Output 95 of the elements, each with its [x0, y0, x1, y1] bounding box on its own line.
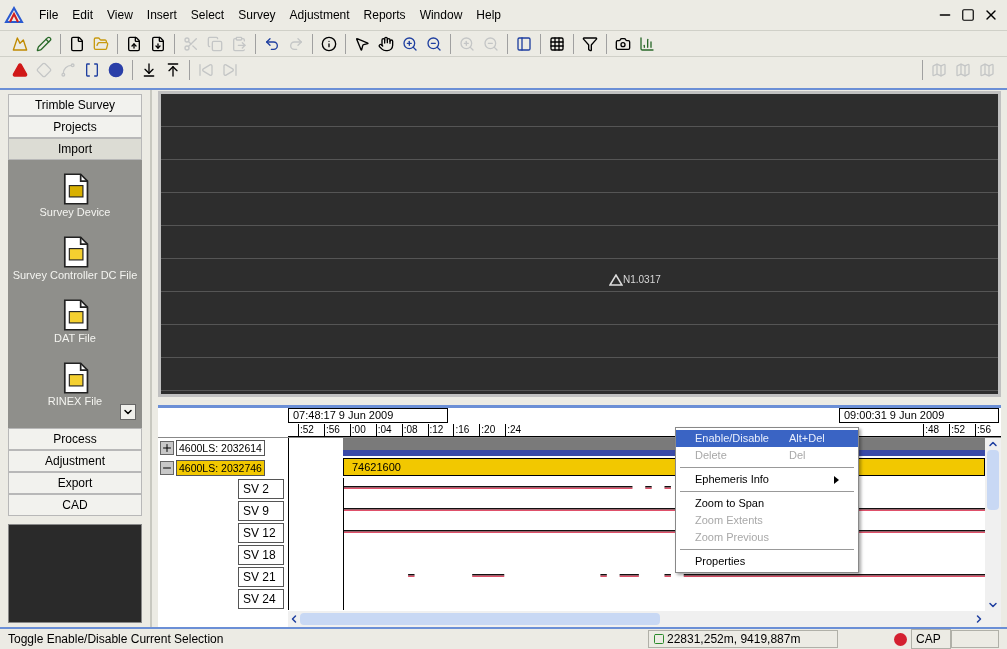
- map-icon: [931, 61, 947, 78]
- time-tick: :52: [949, 424, 966, 436]
- satellite-label[interactable]: SV 24: [238, 589, 284, 609]
- satellite-label[interactable]: SV 21: [238, 567, 284, 587]
- time-tick: :24: [505, 424, 522, 436]
- menu-item[interactable]: Survey: [231, 6, 283, 24]
- caps-lock-indicator: CAP: [911, 629, 951, 649]
- coordinate-icon: [653, 633, 665, 645]
- point-label: N1.0317: [623, 273, 661, 287]
- menu-item[interactable]: Reports: [356, 6, 413, 24]
- time-tick: :08: [401, 424, 418, 436]
- vertical-scrollbar[interactable]: [985, 438, 1001, 627]
- camera-icon: [615, 35, 631, 52]
- triangle-icon: [12, 61, 28, 78]
- coordinates: 22831,252m, 9419,887m: [667, 631, 801, 648]
- bar-label: 74621600: [352, 459, 401, 475]
- document-icon: [126, 35, 142, 52]
- curve-icon: [60, 61, 76, 78]
- pointer-icon: [354, 35, 370, 52]
- sidebar-section-button[interactable]: Process: [8, 428, 142, 450]
- sidebar-section-button[interactable]: Export: [8, 472, 142, 494]
- menu-item[interactable]: Help: [469, 6, 508, 24]
- time-tick: :00: [349, 424, 366, 436]
- start-time: 07:48:17 9 Jun 2009: [288, 408, 448, 423]
- zoom-out-icon: [426, 35, 442, 52]
- circle-icon: [108, 61, 124, 78]
- context-menu-item[interactable]: Properties: [676, 553, 858, 570]
- menu-item[interactable]: Insert: [139, 6, 184, 24]
- expand-icon: [161, 442, 173, 454]
- sidebar-section-button[interactable]: Adjustment: [8, 450, 142, 472]
- scroll-down-button[interactable]: [120, 404, 136, 420]
- time-tick: :12: [427, 424, 444, 436]
- folder-icon: [93, 35, 109, 52]
- status-message: Toggle Enable/Disable Current Selection: [8, 631, 225, 648]
- expand-toggle[interactable]: [160, 441, 174, 455]
- sidebar-section-button[interactable]: CAD: [8, 494, 142, 516]
- context-menu-item[interactable]: Enable/Disable Alt+Del: [676, 430, 858, 447]
- menu-item[interactable]: Window: [412, 6, 470, 24]
- skip-back-icon: [198, 61, 214, 78]
- hand-icon: [378, 35, 394, 52]
- document-icon: [150, 35, 166, 52]
- panel-icon: [516, 35, 532, 52]
- menu-item[interactable]: Edit: [65, 6, 101, 24]
- status-panel: [951, 630, 999, 648]
- sidebar-section-button[interactable]: Trimble Survey: [8, 94, 142, 116]
- zoom-in-icon: [459, 35, 475, 52]
- time-tick: :52: [298, 424, 314, 436]
- time-tick: :48: [923, 424, 940, 436]
- context-menu-item[interactable]: Zoom to Span: [676, 495, 858, 512]
- satellite-label[interactable]: SV 9: [238, 501, 284, 521]
- info-icon: [321, 35, 337, 52]
- diamond-icon: [36, 61, 52, 78]
- menu-item[interactable]: View: [100, 6, 140, 24]
- satellite-label[interactable]: SV 18: [238, 545, 284, 565]
- sidebar-section-button[interactable]: Projects: [8, 116, 142, 138]
- new-file-icon: [69, 35, 85, 52]
- undo-icon: [264, 35, 280, 52]
- pencil-icon: [36, 35, 52, 52]
- receiver-label[interactable]: 4600LS: 2032746: [176, 460, 265, 476]
- menu-item[interactable]: File: [32, 6, 66, 24]
- time-tick: :16: [453, 424, 470, 436]
- paste-icon: [231, 35, 247, 52]
- satellite-label[interactable]: SV 2: [238, 479, 284, 499]
- submenu-arrow-icon: [834, 475, 839, 484]
- app-logo-icon: [4, 6, 24, 24]
- cut-icon: [183, 35, 199, 52]
- time-tick: :56: [975, 424, 991, 436]
- context-menu-item[interactable]: Ephemeris Info: [676, 471, 858, 488]
- receiver-label[interactable]: 4600LS: 2032614: [176, 440, 265, 456]
- expand-toggle[interactable]: [160, 461, 174, 475]
- menu-item[interactable]: Adjustment: [282, 6, 357, 24]
- time-tick: :04: [375, 424, 392, 436]
- satellite-label[interactable]: SV 12: [238, 523, 284, 543]
- map-icon: [955, 61, 971, 78]
- menu-item[interactable]: Select: [183, 6, 232, 24]
- scroll-thumb[interactable]: [987, 450, 999, 510]
- brackets-icon: [84, 61, 100, 78]
- redo-icon: [288, 35, 304, 52]
- survey-point-icon: [609, 273, 623, 286]
- scroll-thumb[interactable]: [300, 613, 660, 625]
- filter-icon: [582, 35, 598, 52]
- skip-forward-icon: [222, 61, 238, 78]
- chart-icon: [639, 35, 655, 52]
- restore-icon[interactable]: [961, 8, 975, 22]
- status-indicator-icon: [894, 632, 907, 646]
- zoom-in-icon: [402, 35, 418, 52]
- zoom-out-icon: [483, 35, 499, 52]
- copy-icon: [207, 35, 223, 52]
- end-time: 09:00:31 9 Jun 2009: [839, 408, 999, 423]
- horizontal-scrollbar[interactable]: [288, 611, 985, 627]
- map-icon: [979, 61, 995, 78]
- grid-icon: [549, 35, 565, 52]
- time-tick: :56: [323, 424, 340, 436]
- time-tick: :20: [479, 424, 496, 436]
- sidebar-section-button[interactable]: Import: [8, 138, 142, 160]
